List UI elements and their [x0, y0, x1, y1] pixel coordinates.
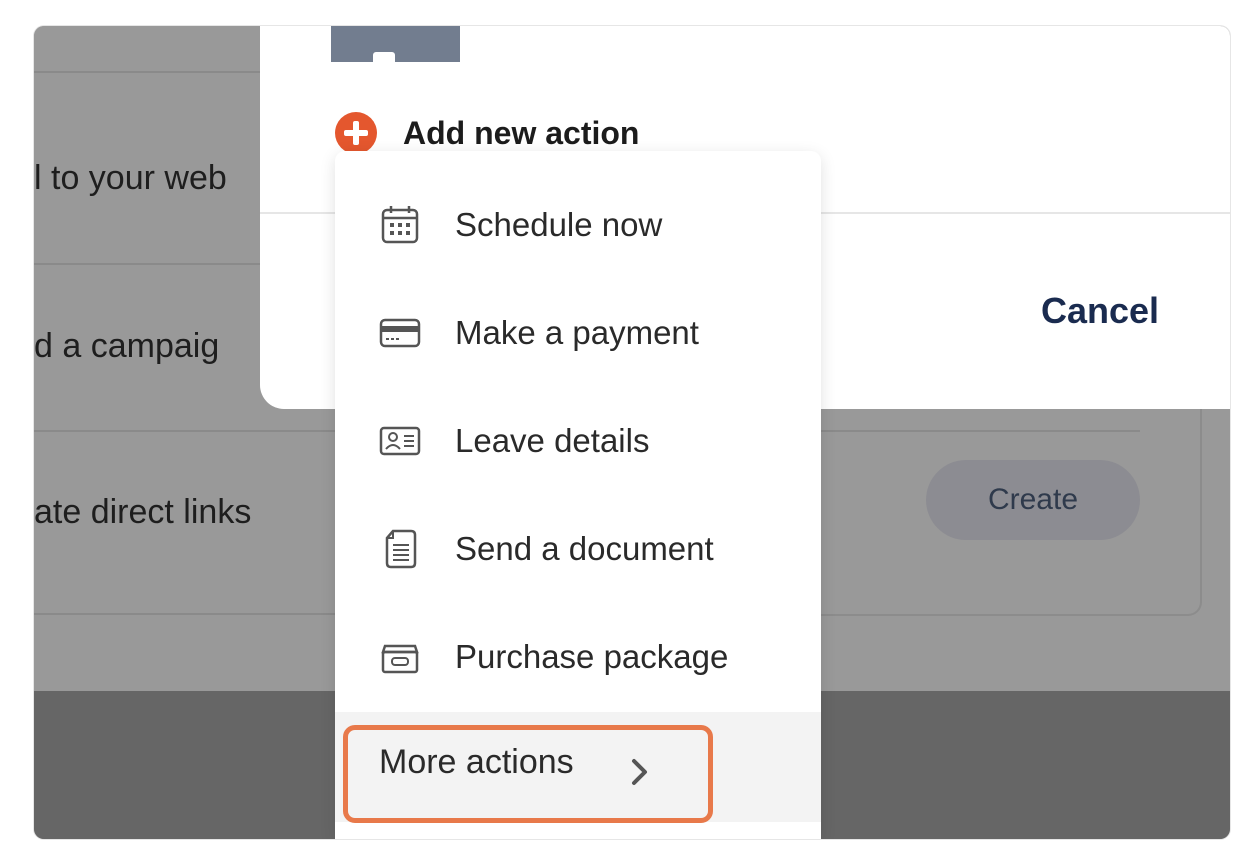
calendar-icon [381, 206, 419, 244]
app-frame: l to your web d a campaig ate direct lin… [34, 26, 1230, 839]
contact-card-icon [379, 426, 421, 456]
menu-item-schedule-now[interactable]: Schedule now [335, 171, 821, 279]
menu-item-label: Make a payment [455, 314, 699, 351]
menu-item-send-document[interactable]: Send a document [335, 495, 821, 603]
document-icon [385, 529, 417, 569]
menu-item-make-payment[interactable]: Make a payment [335, 279, 821, 387]
plus-circle-icon [335, 112, 377, 154]
background-row-direct-links: ate direct links [34, 493, 252, 531]
create-button[interactable]: Create [926, 460, 1140, 540]
menu-item-label: Leave details [455, 422, 650, 459]
menu-item-label: Schedule now [455, 206, 663, 243]
add-new-action-button[interactable]: Add new action [335, 112, 639, 154]
credit-card-icon [379, 318, 421, 348]
package-box-icon [381, 644, 419, 674]
menu-item-leave-details[interactable]: Leave details [335, 387, 821, 495]
menu-item-label: Send a document [455, 530, 714, 567]
more-actions-highlight [343, 725, 713, 823]
action-dropdown-menu: Schedule now Make a payment Leave detail… [335, 151, 821, 839]
modal-thumbnail [331, 26, 460, 62]
add-new-action-label: Add new action [403, 114, 640, 151]
cancel-button[interactable]: Cancel [1041, 290, 1159, 332]
thumbnail-glyph-icon [373, 52, 395, 62]
menu-item-label: Purchase package [455, 638, 729, 675]
menu-item-purchase-package[interactable]: Purchase package [335, 603, 821, 711]
background-row-campaign: d a campaig [34, 327, 220, 365]
background-row-website: l to your web [34, 159, 227, 197]
